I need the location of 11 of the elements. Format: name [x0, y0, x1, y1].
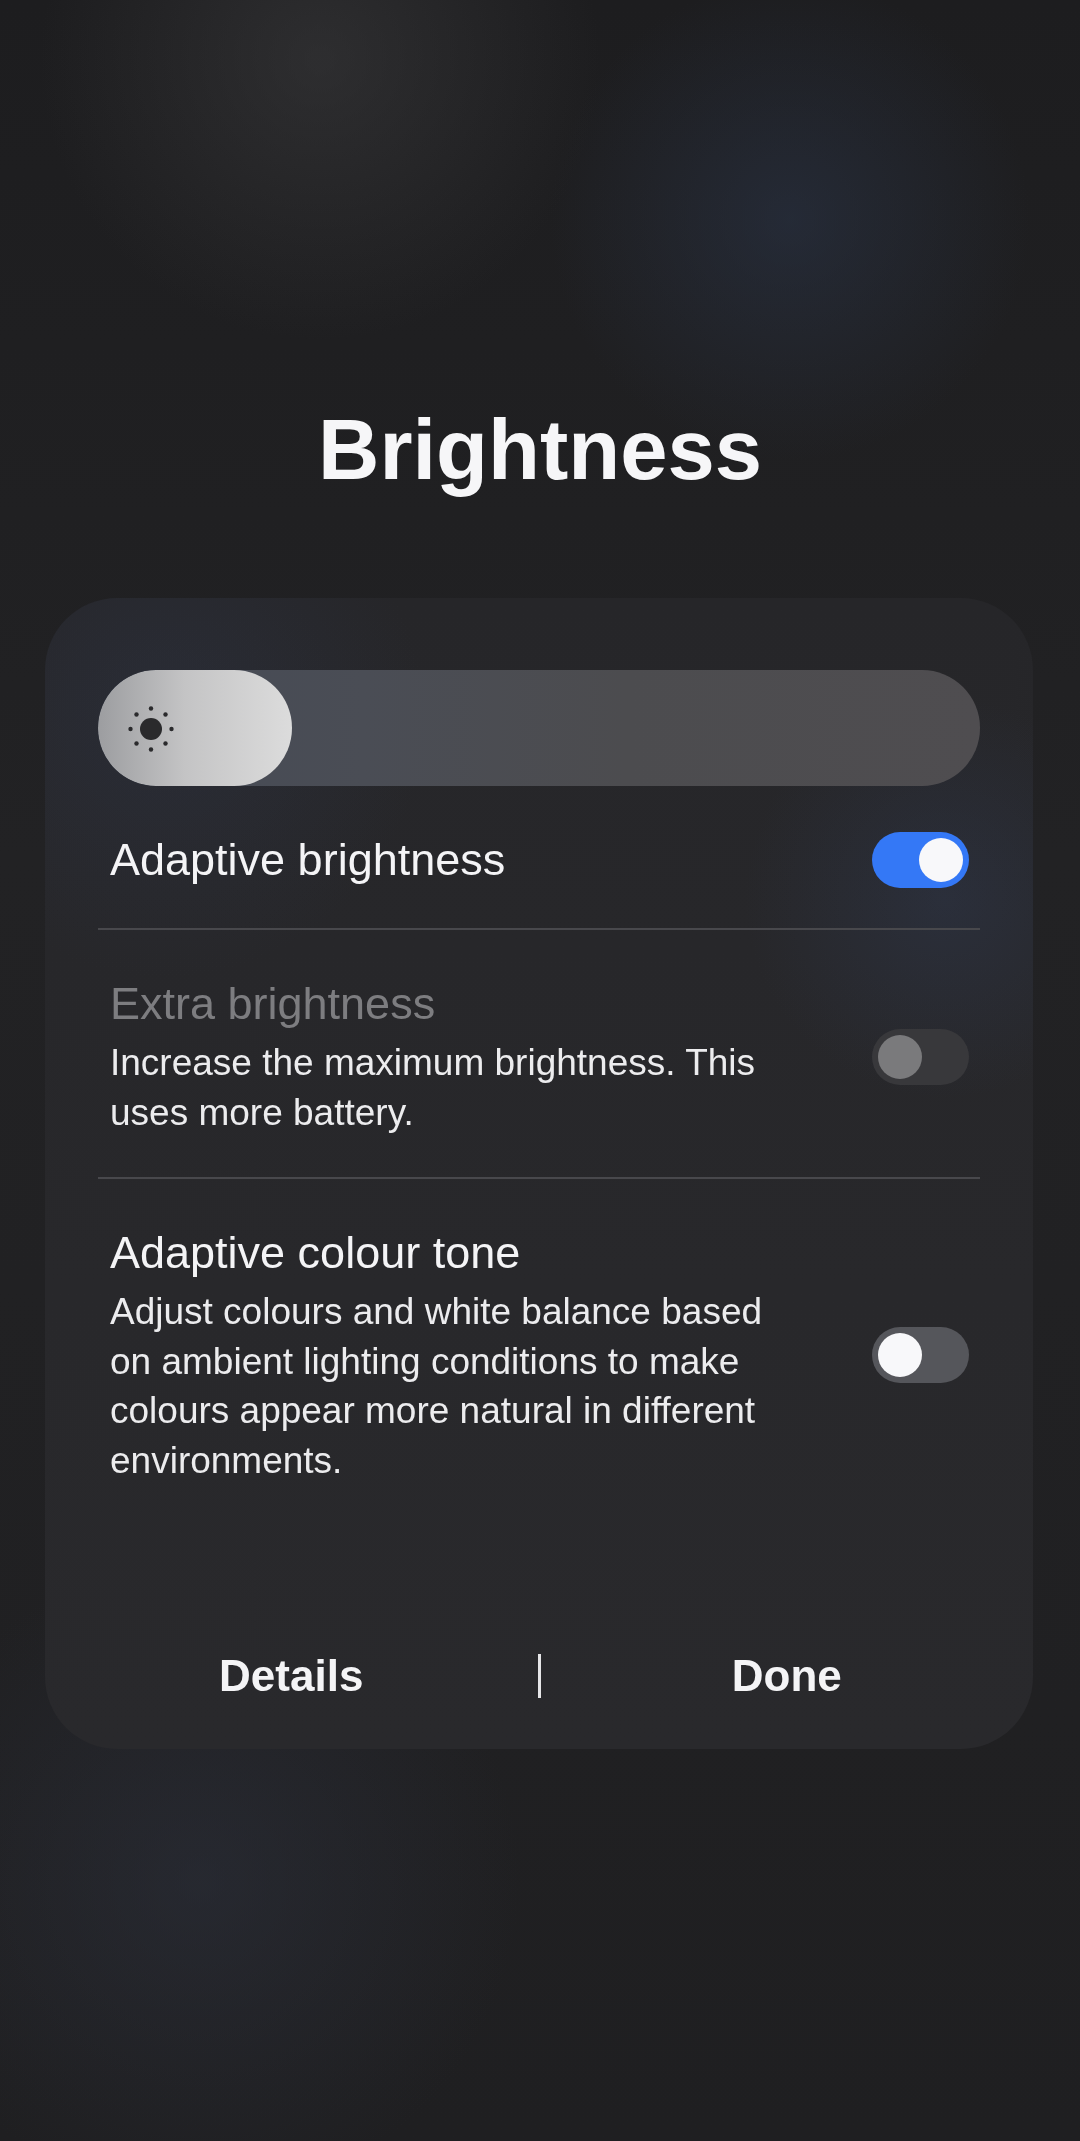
toggle-switch[interactable] — [872, 832, 969, 888]
details-button[interactable]: Details — [197, 1638, 386, 1714]
done-button[interactable]: Done — [709, 1638, 864, 1714]
setting-title: Adaptive brightness — [110, 833, 506, 887]
setting-description: Increase the maximum brightness. This uses more battery. — [110, 1041, 757, 1135]
dialog-title: Brightness — [318, 401, 762, 499]
sun-icon — [128, 706, 174, 752]
setting-description: Adjust colours and white balance based on ambient lighting conditions to make colours appear more natural in different environments. — [110, 1290, 764, 1483]
setting-title: Extra brightness — [110, 977, 436, 1031]
toggle-switch[interactable] — [872, 1327, 969, 1383]
setting-title: Adaptive colour tone — [110, 1226, 521, 1280]
